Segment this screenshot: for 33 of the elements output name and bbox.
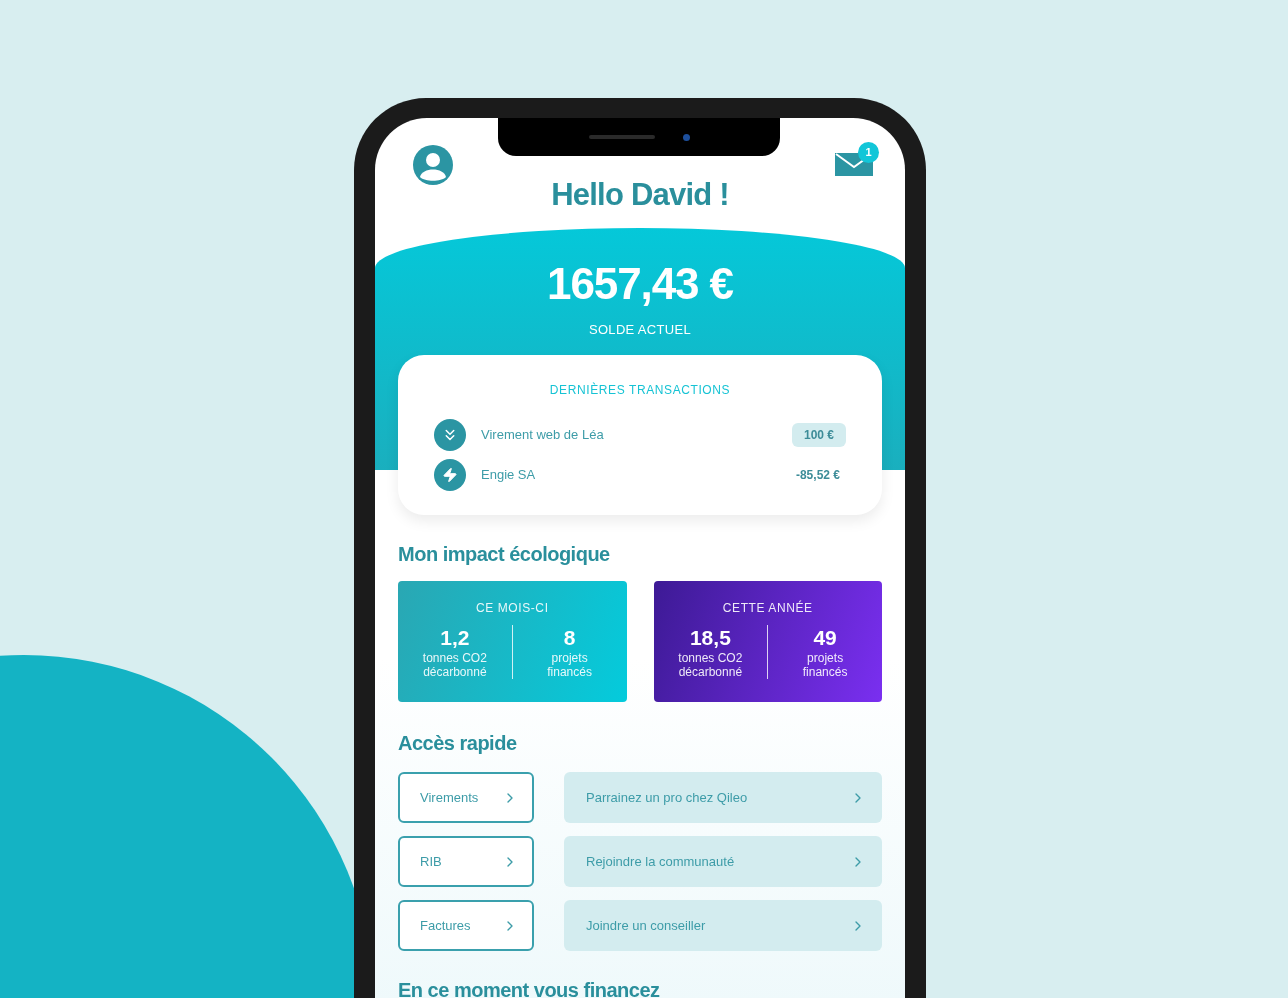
transactions-title: DERNIÈRES TRANSACTIONS (548, 381, 732, 399)
quick-access-button[interactable]: Factures (398, 900, 534, 951)
quick-access-link[interactable]: Parrainez un pro chez Qileo (564, 772, 882, 823)
impact-label: tonnes CO2 décarbonné (677, 651, 744, 679)
quick-access-button[interactable]: Virements (398, 772, 534, 823)
transaction-row[interactable]: Virement web de Léa 100 € (434, 419, 846, 451)
quick-access-button[interactable]: RIB (398, 836, 534, 887)
transaction-label: Engie SA (481, 466, 537, 485)
greeting-title: Hello David ! (551, 176, 729, 214)
avatar-icon[interactable] (413, 145, 453, 185)
lightning-icon (434, 459, 466, 491)
impact-value: 1,2 (440, 625, 470, 651)
chevrons-down-icon (434, 419, 466, 451)
impact-value: 18,5 (689, 625, 731, 651)
impact-value: 8 (563, 625, 576, 651)
section-title: En ce moment vous financez (398, 978, 661, 998)
balance-label: SOLDE ACTUEL (588, 321, 692, 339)
transaction-amount: -85,52 € (794, 467, 841, 484)
section-title: Accès rapide (398, 731, 518, 756)
impact-label: tonnes CO2 décarbonné (421, 651, 488, 679)
impact-card-title: CE MOIS-CI (475, 600, 549, 617)
quick-access-link[interactable]: Rejoindre la communauté (564, 836, 882, 887)
quick-access-link[interactable]: Joindre un conseiller (564, 900, 882, 951)
transaction-amount: 100 € (791, 423, 846, 447)
impact-card-title: CETTE ANNÉE (722, 599, 813, 617)
transaction-label: Virement web de Léa (481, 426, 605, 445)
section-title: Mon impact écologique (398, 542, 611, 567)
transaction-row[interactable]: Engie SA -85,52 € (434, 459, 846, 491)
notification-badge: 1 (858, 142, 879, 163)
impact-label: projets financés (546, 651, 593, 679)
impact-value: 49 (813, 625, 837, 651)
impact-label: projets financés (801, 651, 849, 679)
balance-amount: 1657,43 € (547, 262, 733, 306)
